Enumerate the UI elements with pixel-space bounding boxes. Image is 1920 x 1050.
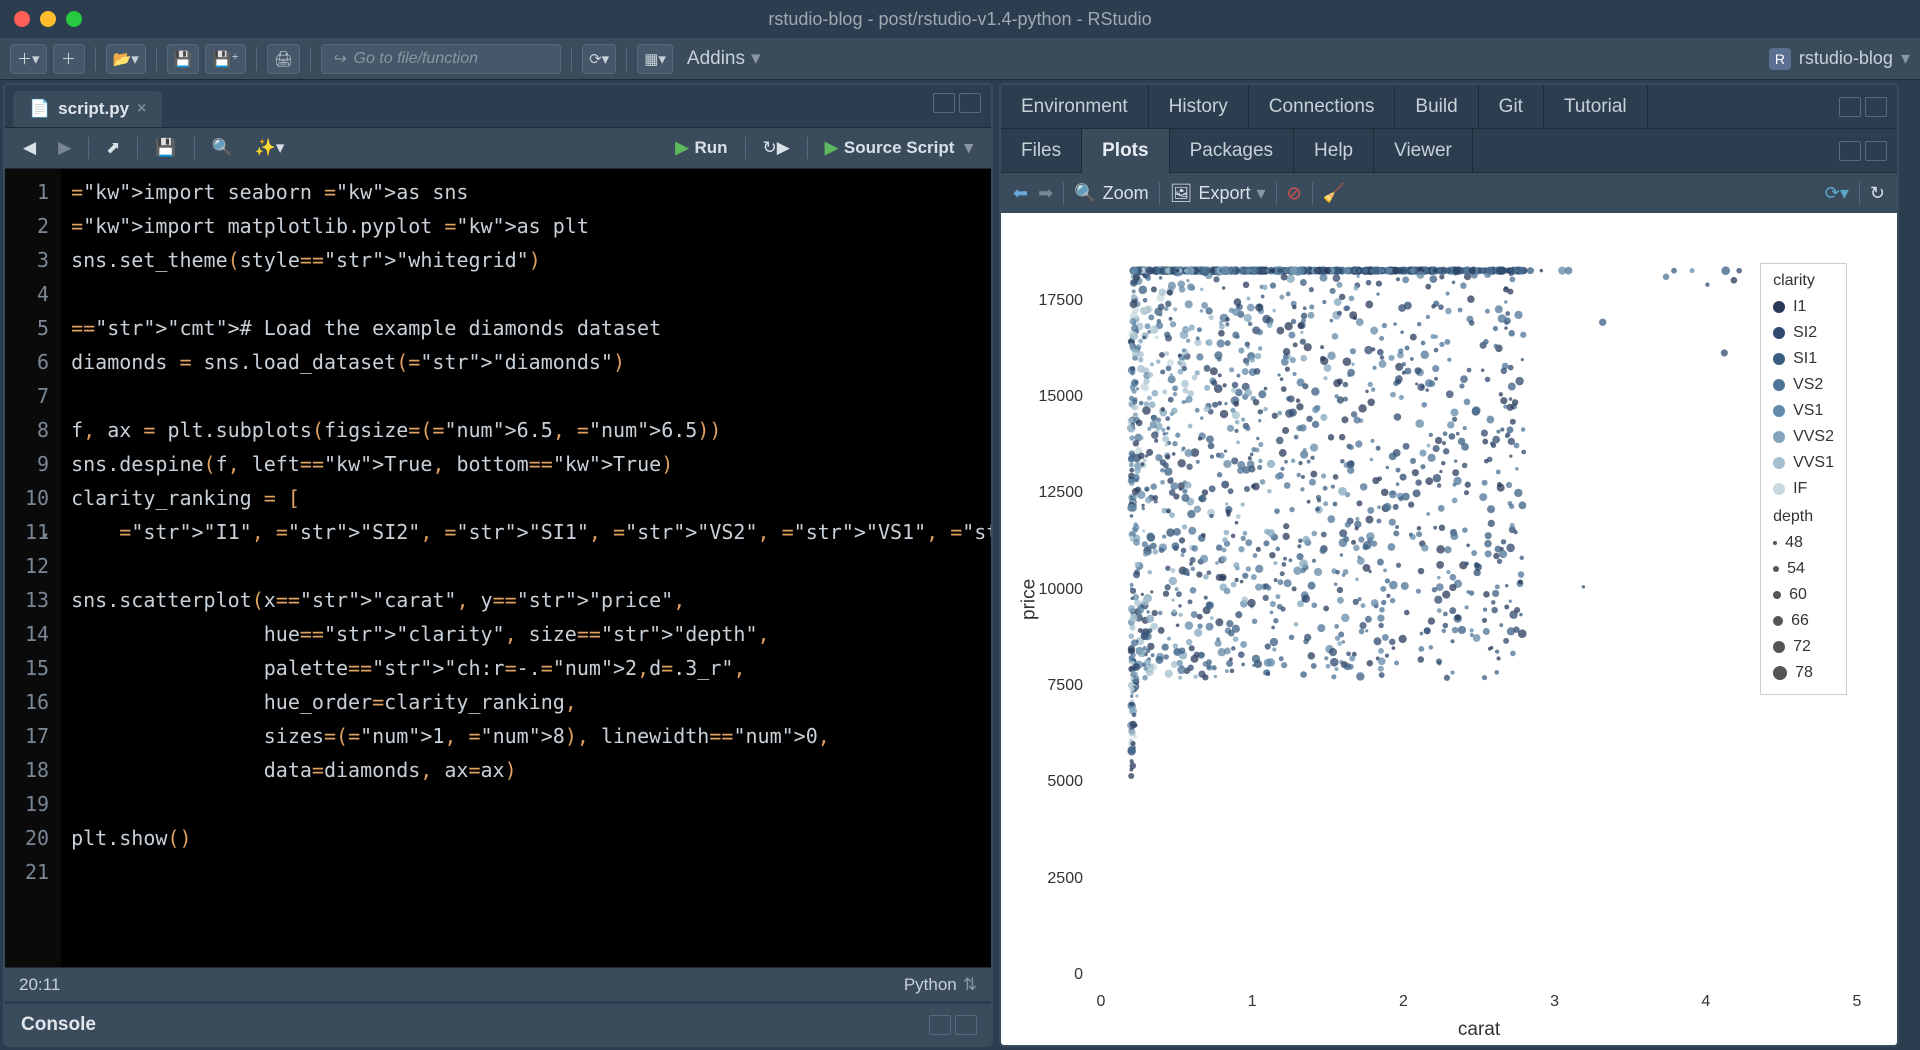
project-label[interactable]: rstudio-blog: [1799, 48, 1893, 69]
tab-help[interactable]: Help: [1294, 129, 1374, 173]
open-file-button[interactable]: 📂▾: [106, 44, 146, 74]
addins-menu[interactable]: Addins▾: [687, 47, 761, 70]
forward-button[interactable]: ▶: [50, 134, 79, 162]
close-tab-button[interactable]: ×: [137, 100, 146, 118]
main-toolbar: ＋▾ ＋ 📂▾ 💾 💾⁺ 🖨 ↪ Go to file/function ⟳▾ …: [0, 38, 1920, 80]
console-label: Console: [21, 1014, 96, 1036]
delete-icon: ⊘: [1287, 183, 1302, 204]
plot-export-button[interactable]: 🖼 Export ▾: [1170, 183, 1266, 204]
reload-button[interactable]: ⟳▾: [582, 44, 616, 74]
editor-toolbar: ◀ ▶ ⬈ 💾 🔍 ✨▾ ▶ Run ↻▶ ▶ Source Script ▾: [5, 127, 991, 169]
editor-statusbar: 20:11 Python ⇅: [5, 967, 991, 1001]
environment-tabs: Environment History Connections Build Gi…: [1001, 85, 1897, 129]
plot-zoom-button[interactable]: 🔍 Zoom: [1074, 183, 1148, 204]
source-script-button[interactable]: ▶ Source Script ▾: [817, 134, 981, 162]
zoom-icon: 🔍: [1074, 183, 1096, 204]
source-pane: 📄 script.py × ◀ ▶ ⬈ 💾 🔍 ✨▾ ▶ Run: [3, 83, 993, 1047]
legend-hue-title: clarity: [1773, 272, 1834, 290]
maximize-plot-icon[interactable]: [1865, 141, 1887, 161]
tab-packages[interactable]: Packages: [1170, 129, 1294, 173]
console-pane-header[interactable]: Console: [5, 1001, 991, 1045]
tab-build[interactable]: Build: [1395, 85, 1478, 129]
export-label: Export: [1198, 183, 1250, 204]
run-label: Run: [694, 138, 727, 158]
re-run-button[interactable]: ↻▶: [755, 134, 798, 162]
plot-toolbar: ⬅ ➡ 🔍 Zoom 🖼 Export ▾ ⊘ 🧹 ⟳▾ ↻: [1001, 173, 1897, 213]
source-icon: ▶: [825, 138, 838, 158]
print-button[interactable]: 🖨: [267, 44, 300, 74]
window-title: rstudio-blog - post/rstudio-v1.4-python …: [768, 9, 1151, 30]
tab-history[interactable]: History: [1149, 85, 1249, 129]
save-button[interactable]: 💾: [167, 44, 200, 74]
minimize-plot-icon[interactable]: [1839, 141, 1861, 161]
tab-connections[interactable]: Connections: [1249, 85, 1396, 129]
pane-layout-button[interactable]: ▦▾: [637, 44, 673, 74]
run-icon: ▶: [675, 138, 688, 158]
find-button[interactable]: 🔍: [204, 134, 241, 162]
zoom-label: Zoom: [1103, 183, 1149, 204]
popout-button[interactable]: ⬈: [98, 134, 128, 162]
wand-button[interactable]: ✨▾: [247, 134, 293, 162]
chart-legend: clarity I1SI2SI1VS2VS1VVS2VVS1IF depth 4…: [1760, 263, 1847, 695]
plot-clear-button[interactable]: 🧹: [1323, 183, 1345, 204]
minimize-pane-icon[interactable]: [933, 93, 955, 113]
x-axis-label: carat: [1458, 1019, 1500, 1041]
back-button[interactable]: ◀: [15, 134, 44, 162]
right-panes: Environment History Connections Build Gi…: [999, 83, 1899, 1047]
tab-tutorial[interactable]: Tutorial: [1544, 85, 1648, 129]
source-script-label: Source Script: [844, 138, 955, 158]
minimize-env-icon[interactable]: [1839, 97, 1861, 117]
plot-refresh-button[interactable]: ↻: [1870, 183, 1885, 204]
r-logo-icon: R: [1769, 48, 1791, 70]
tab-environment[interactable]: Environment: [1001, 85, 1149, 129]
python-file-icon: 📄: [29, 99, 50, 119]
broom-icon: 🧹: [1323, 183, 1345, 204]
scatter-chart: price carat 0250050007500100001250015000…: [1101, 243, 1857, 975]
code-editor[interactable]: 12345678910 ▾1112131415161718192021 ="kw…: [5, 169, 991, 967]
titlebar: rstudio-blog - post/rstudio-v1.4-python …: [0, 0, 1920, 38]
tab-label: script.py: [58, 99, 129, 119]
minimize-console-icon[interactable]: [929, 1015, 951, 1035]
close-window-button[interactable]: [14, 11, 30, 27]
export-icon: 🖼: [1170, 183, 1193, 204]
maximize-env-icon[interactable]: [1865, 97, 1887, 117]
maximize-console-icon[interactable]: [955, 1015, 977, 1035]
cursor-position: 20:11: [19, 975, 60, 995]
save-all-button[interactable]: 💾⁺: [205, 44, 246, 74]
plot-next-button[interactable]: ➡: [1038, 183, 1053, 204]
goto-file-input[interactable]: ↪ Go to file/function: [321, 44, 561, 74]
run-button[interactable]: ▶ Run: [667, 134, 735, 162]
tab-files[interactable]: Files: [1001, 129, 1082, 173]
new-file-button[interactable]: ＋▾: [10, 44, 47, 74]
plot-sync-button[interactable]: ⟳▾: [1825, 183, 1849, 204]
maximize-pane-icon[interactable]: [959, 93, 981, 113]
tab-git[interactable]: Git: [1479, 85, 1544, 129]
minimize-window-button[interactable]: [40, 11, 56, 27]
new-r-script-button[interactable]: ＋: [53, 44, 85, 74]
plot-prev-button[interactable]: ⬅: [1013, 183, 1028, 204]
plots-tabs: Files Plots Packages Help Viewer: [1001, 129, 1897, 173]
source-tab-script[interactable]: 📄 script.py ×: [13, 91, 162, 127]
addins-label: Addins: [687, 48, 745, 70]
zoom-window-button[interactable]: [66, 11, 82, 27]
plot-remove-button[interactable]: ⊘: [1287, 183, 1302, 204]
save-file-button[interactable]: 💾: [147, 134, 184, 162]
language-indicator[interactable]: Python: [904, 975, 957, 995]
tab-viewer[interactable]: Viewer: [1374, 129, 1473, 173]
goto-placeholder: Go to file/function: [354, 50, 479, 68]
source-tabbar: 📄 script.py ×: [5, 85, 991, 127]
legend-size-title: depth: [1773, 508, 1834, 526]
plot-canvas: price carat 0250050007500100001250015000…: [1001, 213, 1897, 1045]
tab-plots[interactable]: Plots: [1082, 129, 1169, 173]
